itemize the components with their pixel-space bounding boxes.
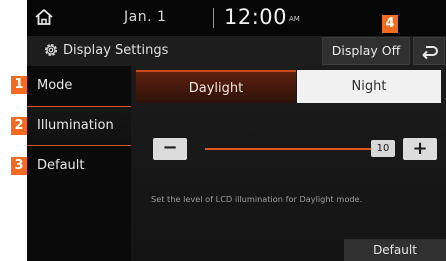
status-ampm: AM [289,15,300,23]
gear-icon [43,42,59,58]
callout-2: 2 [11,117,27,135]
menu-item-mode[interactable]: Mode [27,66,131,106]
back-button[interactable] [413,37,445,65]
illumination-description: Set the level of LCD illumination for Da… [151,194,363,204]
increase-button[interactable]: + [403,138,437,160]
callout-3: 3 [11,157,27,175]
status-time: 12:00 [224,5,288,29]
settings-menu: Mode Illumination Default [27,66,131,261]
menu-item-default[interactable]: Default [27,146,131,186]
illumination-slider-fill [205,148,379,150]
tab-daylight[interactable]: Daylight [136,70,296,103]
illumination-panel: Daylight Night − 10 + Set the level of L… [131,66,446,261]
back-arrow-icon [422,46,438,60]
menu-item-illumination[interactable]: Illumination [27,106,131,146]
title-bar: Display Settings Display Off [27,36,446,66]
page-title: Display Settings [63,43,169,58]
head-unit-screen: Jan. 1 12:00 AM Display Settings Display… [27,0,446,261]
callout-4: 4 [382,15,398,33]
home-icon[interactable] [33,6,55,28]
default-button[interactable]: Default [344,239,446,261]
decrease-button[interactable]: − [153,138,187,160]
illumination-slider-track[interactable] [205,148,391,150]
illumination-slider-thumb[interactable]: 10 [371,140,395,157]
status-divider [213,8,214,28]
tab-night[interactable]: Night [297,70,441,103]
display-off-button[interactable]: Display Off [322,37,410,65]
status-date: Jan. 1 [124,9,167,25]
callout-1: 1 [11,76,27,94]
